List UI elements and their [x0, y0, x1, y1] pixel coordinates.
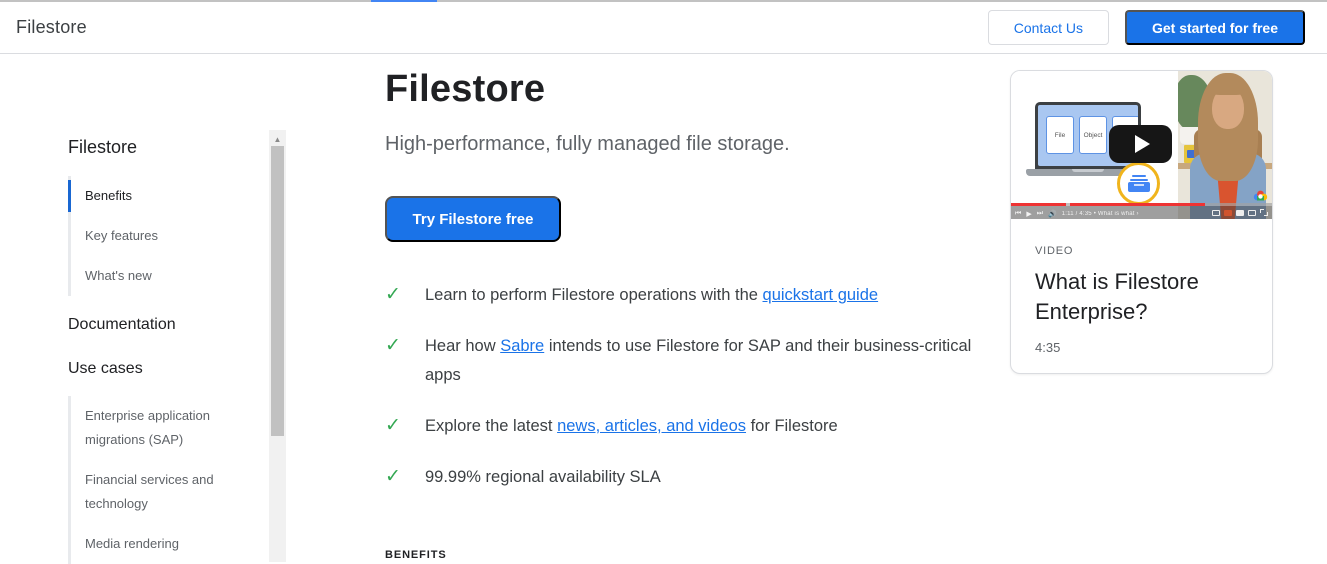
- sidebar-heading-documentation[interactable]: Documentation: [68, 316, 260, 334]
- player-right-controls: [1212, 209, 1268, 216]
- sidebar-item-enterprise-application-migrations-sap-[interactable]: Enterprise application migrations (SAP): [71, 396, 260, 460]
- try-filestore-free-button[interactable]: Try Filestore free: [385, 196, 561, 242]
- page-subtitle: High-performance, fully managed file sto…: [385, 133, 790, 155]
- sidebar-scrollbar[interactable]: ▲: [269, 130, 286, 562]
- inline-link-sabre[interactable]: Sabre: [500, 337, 544, 355]
- sidebar-heading-filestore[interactable]: Filestore: [68, 137, 260, 158]
- file-card: File: [1046, 116, 1074, 154]
- checklist-item: ✓ 99.99% regional availability SLA: [385, 463, 975, 492]
- main-content: Filestore High-performance, fully manage…: [385, 55, 975, 561]
- video-card: File Object ⏮ ▶ ⏭ 🔊 1:11 / 4:35 • What i…: [1010, 70, 1273, 374]
- previous-icon[interactable]: ⏮: [1015, 210, 1021, 218]
- video-title[interactable]: What is Filestore Enterprise?: [1035, 267, 1248, 327]
- player-left-controls: ⏮ ▶ ⏭ 🔊 1:11 / 4:35 • What is what ›: [1015, 210, 1139, 218]
- play-icon[interactable]: ▶: [1026, 210, 1031, 218]
- benefits-checklist: ✓ Learn to perform Filestore operations w…: [385, 281, 975, 492]
- sidebar-item-what-s-new[interactable]: What's new: [71, 256, 260, 296]
- play-icon: [1135, 135, 1150, 153]
- check-icon: ✓: [385, 335, 401, 356]
- header-actions: Contact Us Get started for free: [987, 10, 1311, 45]
- inline-link-quickstart-guide[interactable]: quickstart guide: [763, 286, 879, 304]
- captions-icon[interactable]: [1212, 209, 1220, 216]
- storage-drawer-icon: [1127, 175, 1150, 192]
- sidebar-item-key-features[interactable]: Key features: [71, 216, 260, 256]
- sidebar-item-financial-services-and-technology[interactable]: Financial services and technology: [71, 460, 260, 524]
- sidebar-group: Enterprise application migrations (SAP) F…: [68, 396, 260, 564]
- video-progress-bar[interactable]: [1011, 203, 1272, 206]
- scrollbar-thumb[interactable]: [271, 146, 284, 436]
- get-started-button[interactable]: Get started for free: [1125, 10, 1305, 45]
- checklist-item-text: Hear how Sabre intends to use Filestore …: [425, 337, 972, 384]
- object-card: Object: [1079, 116, 1107, 154]
- miniplayer-icon[interactable]: [1236, 209, 1244, 216]
- page-title: Filestore: [385, 68, 546, 110]
- volume-icon[interactable]: 🔊: [1048, 210, 1057, 218]
- storage-badge: [1117, 162, 1160, 205]
- check-icon: ✓: [385, 415, 401, 436]
- fullscreen-icon[interactable]: [1260, 209, 1268, 216]
- presenter-hair: [1208, 79, 1248, 95]
- checklist-item: ✓ Hear how Sabre intends to use Filestore…: [385, 332, 975, 390]
- next-icon[interactable]: ⏭: [1037, 210, 1043, 218]
- video-controls-bar[interactable]: ⏮ ▶ ⏭ 🔊 1:11 / 4:35 • What is what ›: [1011, 203, 1272, 219]
- settings-icon[interactable]: [1224, 209, 1232, 216]
- checklist-item: ✓ Explore the latest news, articles, and …: [385, 412, 975, 441]
- inline-link-news-articles-and-videos[interactable]: news, articles, and videos: [557, 417, 746, 435]
- video-info: VIDEO What is Filestore Enterprise? 4:35: [1011, 219, 1272, 355]
- page-header: Filestore Contact Us Get started for fre…: [0, 2, 1327, 54]
- header-product-title: Filestore: [16, 17, 87, 37]
- video-thumbnail[interactable]: File Object ⏮ ▶ ⏭ 🔊 1:11 / 4:35 • What i…: [1011, 71, 1272, 219]
- contact-us-button[interactable]: Contact Us: [987, 10, 1109, 45]
- checklist-item: ✓ Learn to perform Filestore operations w…: [385, 281, 975, 310]
- scrollbar-up-arrow-icon[interactable]: ▲: [269, 132, 286, 146]
- theater-mode-icon[interactable]: [1248, 209, 1256, 216]
- video-duration: 4:35: [1035, 340, 1061, 355]
- checklist-item-text: Learn to perform Filestore operations wi…: [425, 286, 879, 304]
- benefits-section-label: BENEFITS: [385, 549, 447, 561]
- check-icon: ✓: [385, 284, 401, 305]
- sidebar-item-media-rendering[interactable]: Media rendering: [71, 524, 260, 564]
- checklist-item-text: Explore the latest news, articles, and v…: [425, 417, 838, 435]
- sidebar-nav: Filestore Benefits Key features What's new D…: [0, 55, 270, 564]
- google-cloud-logo-icon: [1253, 190, 1268, 201]
- checklist-item-text: 99.99% regional availability SLA: [425, 468, 661, 486]
- video-kicker-label: VIDEO: [1035, 245, 1074, 257]
- check-icon: ✓: [385, 466, 401, 487]
- video-time-text: 1:11 / 4:35 • What is what ›: [1061, 211, 1139, 217]
- sidebar-item-benefits[interactable]: Benefits: [68, 176, 260, 216]
- sidebar-heading-use-cases[interactable]: Use cases: [68, 360, 260, 378]
- play-button[interactable]: [1109, 125, 1172, 163]
- sidebar-group: Benefits Key features What's new: [68, 176, 260, 296]
